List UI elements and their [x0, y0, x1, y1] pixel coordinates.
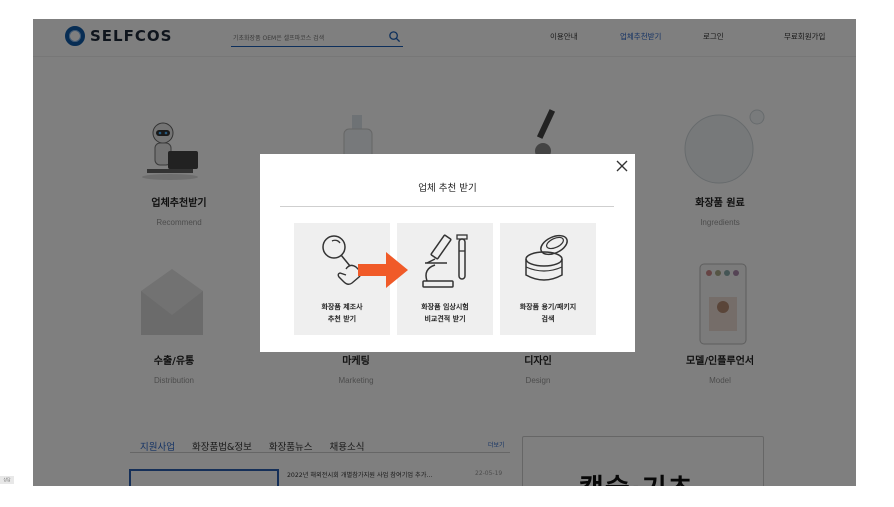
side-chat-badge[interactable]: 상담 [0, 476, 14, 484]
card-label: 화장품 임상시험 비교견적 받기 [421, 303, 469, 323]
modal-divider [280, 206, 614, 207]
card-label: 화장품 용기/패키지 검색 [519, 303, 577, 323]
arrow-right-icon [358, 252, 408, 288]
modal-title: 업체 추천 받기 [418, 183, 477, 194]
card-label: 화장품 제조사 추천 받기 [321, 303, 363, 323]
page: SELFCOS 이용안내 업체추천받기 로그인 무료회원가입 [0, 0, 894, 507]
cosmetic-jar-icon [525, 234, 568, 281]
close-icon[interactable] [614, 158, 630, 174]
recommend-modal: 업체 추천 받기 화장품 제조사 추천 받기 화장품 임상시험 비교견적 받기 … [260, 154, 635, 352]
card-package-search[interactable]: 화장품 용기/패키지 검색 [500, 223, 596, 335]
microscope-icon [422, 234, 468, 288]
